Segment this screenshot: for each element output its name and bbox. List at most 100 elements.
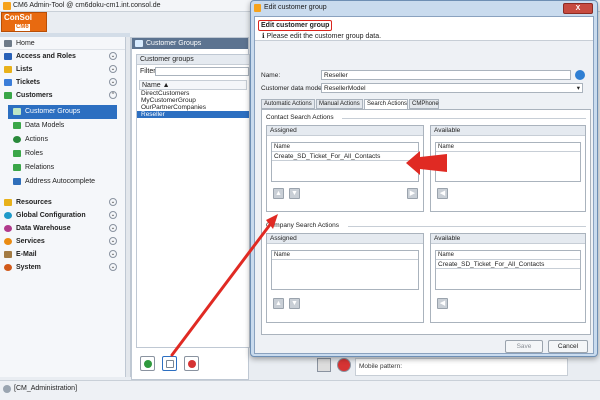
chevron-down-icon[interactable]: ⌄	[109, 52, 117, 60]
data-model-select[interactable]: ResellerModel ▾	[321, 83, 583, 93]
data-models-icon	[13, 122, 21, 129]
edit-button[interactable]	[162, 356, 177, 371]
chevron-down-icon[interactable]: ⌄	[109, 263, 117, 271]
customer-groups-panel: Customer Groups Customer groups Filter: …	[131, 37, 250, 380]
save-button[interactable]: Save	[505, 340, 543, 353]
move-right-button[interactable]: ▶	[407, 188, 418, 199]
sidebar-item-data-models[interactable]: Data Models	[0, 119, 125, 133]
list-item[interactable]: Create_SD_Ticket_For_All_Contacts	[436, 260, 580, 269]
current-user: [CM_Administration]	[3, 385, 77, 393]
app-icon	[3, 2, 11, 10]
name-column-header: Name	[436, 143, 580, 152]
edit-icon	[166, 360, 174, 368]
contact-available-list[interactable]: Name	[435, 142, 581, 182]
customer-groups-box: Customer groups Filter: Name ▲ DirectCus…	[136, 54, 250, 348]
locale-icon[interactable]	[575, 70, 585, 80]
company-search-actions-section: Company Search Actions	[266, 222, 588, 229]
company-available-list[interactable]: Name Create_SD_Ticket_For_All_Contacts	[435, 250, 581, 290]
company-assigned-box: Assigned Name ▲ ▼	[266, 233, 424, 323]
sidebar-section-tickets[interactable]: Tickets ⌄	[0, 76, 125, 89]
dialog-info: ℹ Please edit the customer group data.	[262, 33, 382, 40]
move-up-button[interactable]: ▲	[273, 298, 284, 309]
table-row[interactable]: MyCustomerGroup	[137, 97, 249, 104]
chevron-down-icon[interactable]: ⌄	[109, 250, 117, 258]
add-button[interactable]	[140, 356, 155, 371]
chevron-down-icon[interactable]: ⌄	[109, 224, 117, 232]
edit-customer-group-dialog: Edit customer group X Edit customer grou…	[250, 0, 598, 357]
move-down-button[interactable]: ▼	[289, 188, 300, 199]
background-delete-icon[interactable]	[337, 358, 351, 372]
dialog-body: Edit customer group ℹ Please edit the cu…	[254, 16, 594, 354]
assigned-header: Assigned	[267, 126, 423, 136]
sidebar-item-home[interactable]: Home	[0, 37, 125, 50]
sidebar-section-system[interactable]: System ⌄	[0, 261, 125, 274]
table-row[interactable]: OurPartnerCompanies	[137, 104, 249, 111]
sidebar-section-lists[interactable]: Lists ⌄	[0, 63, 125, 76]
customer-groups-icon	[13, 108, 21, 115]
sidebar-section-access-roles[interactable]: Access and Roles ⌄	[0, 50, 125, 63]
tab-cmphone[interactable]: CMPhone	[409, 99, 439, 109]
delete-button[interactable]	[184, 356, 199, 371]
sidebar-item-address-autocomplete[interactable]: Address Autocomplete	[0, 175, 125, 189]
assigned-header: Assigned	[267, 234, 423, 244]
section-divider	[348, 226, 586, 227]
sidebar-section-global-configuration[interactable]: Global Configuration ⌄	[0, 209, 125, 222]
dialog-title-bar: Edit customer group X	[251, 1, 597, 16]
contact-available-box: Available Name ◀	[430, 125, 586, 212]
contact-assigned-list[interactable]: Name Create_SD_Ticket_For_All_Contacts	[271, 142, 419, 182]
tab-manual-actions[interactable]: Manual Actions	[316, 99, 363, 109]
address-book-icon	[13, 178, 21, 185]
move-up-button[interactable]: ▲	[273, 188, 284, 199]
name-field[interactable]: Reseller	[321, 70, 571, 80]
name-column-header[interactable]: Name ▲	[139, 80, 247, 90]
cancel-button[interactable]: Cancel	[548, 340, 588, 353]
name-column-header: Name	[272, 143, 418, 152]
background-button-icon[interactable]	[317, 358, 331, 372]
move-left-button[interactable]: ◀	[437, 298, 448, 309]
services-icon	[4, 238, 12, 245]
sidebar-section-email[interactable]: E-Mail ⌄	[0, 248, 125, 261]
chevron-up-icon[interactable]: ⌃	[109, 91, 117, 99]
table-row[interactable]: DirectCustomers	[137, 90, 249, 97]
sidebar-section-data-warehouse[interactable]: Data Warehouse ⌄	[0, 222, 125, 235]
sidebar-section-customers[interactable]: Customers ⌃	[0, 89, 125, 102]
move-left-button[interactable]: ◀	[437, 188, 448, 199]
tab-automatic-actions[interactable]: Automatic Actions	[261, 99, 315, 109]
sidebar-section-services[interactable]: Services ⌄	[0, 235, 125, 248]
contact-assigned-box: Assigned Name Create_SD_Ticket_For_All_C…	[266, 125, 424, 212]
move-down-button[interactable]: ▼	[289, 298, 300, 309]
filter-input[interactable]	[155, 67, 249, 76]
window-title: CM6 Admin-Tool @ cm6doku-cm1.int.consol.…	[13, 2, 161, 9]
dialog-heading: Edit customer group	[258, 20, 333, 31]
chevron-down-icon[interactable]: ⌄	[109, 198, 117, 206]
sidebar-section-resources[interactable]: Resources ⌄	[0, 196, 125, 209]
sort-asc-icon: ▲	[162, 82, 170, 89]
available-header: Available	[431, 234, 585, 244]
sidebar-item-customer-groups[interactable]: Customer Groups	[8, 105, 117, 119]
chevron-down-icon[interactable]: ⌄	[109, 78, 117, 86]
list-item[interactable]: Create_SD_Ticket_For_All_Contacts	[272, 152, 418, 161]
customer-groups-header: Customer Groups	[132, 38, 248, 49]
customer-groups-icon	[135, 40, 143, 47]
sidebar-item-roles[interactable]: Roles	[0, 147, 125, 161]
search-actions-content: Contact Search Actions Assigned Name Cre…	[261, 109, 591, 335]
company-assigned-list[interactable]: Name	[271, 250, 419, 290]
email-icon	[4, 251, 12, 258]
sidebar-item-actions[interactable]: Actions	[0, 133, 125, 147]
available-header: Available	[431, 126, 585, 136]
system-icon	[4, 264, 12, 271]
globe-icon	[4, 212, 12, 219]
relations-icon	[13, 164, 21, 171]
consol-logo: ConSol CM6	[1, 12, 47, 32]
close-button[interactable]: X	[563, 3, 593, 14]
resources-icon	[4, 199, 12, 206]
chevron-down-icon[interactable]: ⌄	[109, 237, 117, 245]
table-row-selected[interactable]: Reseller	[137, 111, 249, 118]
chevron-down-icon[interactable]: ⌄	[109, 211, 117, 219]
chevron-down-icon[interactable]: ⌄	[109, 65, 117, 73]
name-column-header: Name	[272, 251, 418, 260]
plus-icon	[144, 360, 152, 368]
customer-groups-box-title: Customer groups	[137, 55, 249, 65]
name-column-header: Name	[436, 251, 580, 260]
sidebar-item-relations[interactable]: Relations	[0, 161, 125, 175]
